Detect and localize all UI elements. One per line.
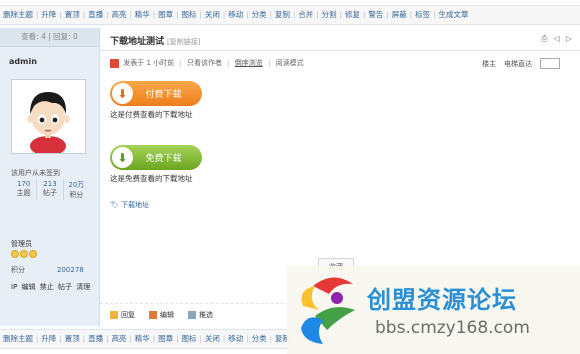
site-watermark: 创盟资源论坛 bbs.cmzy168.com — [287, 266, 580, 354]
medal-icon — [20, 250, 28, 258]
paid-description: 这是付费查看的下载地址 — [110, 110, 193, 119]
toolbar-button[interactable]: 图标 — [179, 6, 200, 24]
toolbar-button[interactable]: 升降 — [38, 6, 59, 24]
read-mode-link[interactable]: 阅读模式 — [276, 59, 304, 67]
only-author-link[interactable]: 只看该作者 — [187, 59, 222, 67]
toolbar-button[interactable]: 警告 — [365, 6, 386, 24]
toolbar-button[interactable]: 删除主题 — [0, 330, 36, 348]
download-address-link[interactable]: 🏷 下载地址 — [110, 200, 149, 210]
toolbar-button[interactable]: 合并 — [295, 6, 316, 24]
admin-link-clean[interactable]: 清理 — [76, 283, 90, 291]
toolbar-button[interactable]: 复制 — [272, 6, 293, 24]
post-meta: 发表于 1 小时前 | 只看该作者 | 倒序浏览 | 阅读模式 — [110, 58, 304, 68]
divider — [100, 50, 580, 51]
toolbar-button[interactable]: 屏蔽 — [389, 6, 410, 24]
reverse-order-link[interactable]: 倒序浏览 — [235, 59, 263, 67]
page-title: 下载地址测试 [复制链接] — [110, 37, 201, 47]
user-icon — [110, 58, 119, 68]
toolbar-button[interactable]: 置顶 — [62, 330, 83, 348]
recommend-icon — [188, 311, 196, 319]
points-label: 积分 — [11, 266, 25, 274]
toolbar-button[interactable]: 直播 — [85, 6, 106, 24]
star-icon — [29, 250, 37, 258]
watermark-logo-icon — [301, 277, 355, 344]
paid-download-button[interactable]: ⬇ 付费下载 — [110, 81, 202, 106]
admin-link-posts[interactable]: 帖子 — [58, 283, 72, 291]
toolbar-button[interactable]: 高亮 — [108, 6, 129, 24]
toolbar-button[interactable]: 图章 — [155, 6, 176, 24]
next-thread-icon[interactable]: ▷ — [566, 34, 572, 44]
toolbar-button[interactable]: 图章 — [155, 330, 176, 348]
toolbar-button[interactable]: 高亮 — [108, 330, 129, 348]
recommend-button[interactable]: 推选 — [188, 310, 213, 320]
reply-button[interactable]: 回复 — [110, 310, 135, 320]
watermark-title: 创盟资源论坛 — [367, 286, 517, 314]
stat-threads[interactable]: 170 主题 — [11, 180, 38, 200]
toolbar-button[interactable]: 分类 — [249, 330, 270, 348]
medals — [11, 250, 37, 258]
author-sidebar: 查看: 4 | 回复: 0 admin 该用户从未签到 170 主题 213 帖… — [0, 28, 100, 326]
thread-stats: 查看: 4 | 回复: 0 — [0, 28, 99, 47]
author-username[interactable]: admin — [9, 57, 99, 66]
avatar-cartoon-icon — [27, 92, 70, 156]
prev-thread-icon[interactable]: ◁ — [554, 34, 560, 44]
tag-icon: 🏷 — [110, 201, 119, 209]
toolbar-button[interactable]: 标签 — [412, 6, 433, 24]
toolbar-button[interactable]: 分割 — [319, 6, 340, 24]
points-value: 200278 — [57, 266, 84, 274]
toolbar-button[interactable]: 置顶 — [62, 6, 83, 24]
post-actions: 回复 编辑 推选 — [110, 310, 213, 320]
pencil-icon — [149, 311, 157, 319]
meta-right: 楼主 电梯直达 — [482, 58, 560, 69]
stat-posts[interactable]: 213 帖子 — [37, 180, 64, 200]
print-icon[interactable]: ⎙ — [541, 34, 547, 44]
toolbar-button[interactable]: 精华 — [132, 330, 153, 348]
toolbar-button[interactable]: 直播 — [85, 330, 106, 348]
toolbar-button[interactable]: 分类 — [249, 6, 270, 24]
header-icons: ⎙ ◁ ▷ — [541, 34, 572, 44]
avatar[interactable] — [11, 79, 86, 156]
toolbar-button[interactable]: 生成文章 — [435, 6, 471, 24]
moderation-toolbar-top: 删除主题 | 升降 | 置顶 | 直播 | 高亮 | 精华 | 图章 | 图标 | 关闭 | 移动 | 分类 | 复制 | 合并… — [0, 5, 580, 25]
sign-in-status: 该用户从未签到 — [11, 169, 60, 177]
goto-floor-input[interactable] — [540, 58, 560, 69]
admin-link-ip[interactable]: IP — [11, 283, 17, 291]
toolbar-button[interactable]: 删除主题 — [0, 6, 36, 24]
copy-link[interactable]: [复制链接] — [167, 38, 200, 46]
download-arrow-icon: ⬇ — [112, 83, 133, 104]
toolbar-button[interactable]: 移动 — [225, 330, 246, 348]
points-row: 积分 200278 — [11, 265, 84, 275]
toolbar-button[interactable]: 关闭 — [202, 6, 223, 24]
floor-owner: 楼主 — [482, 59, 496, 68]
toolbar-button[interactable]: 升降 — [38, 330, 59, 348]
medal-icon — [11, 250, 19, 258]
download-arrow-icon: ⬇ — [112, 147, 133, 168]
watermark-url: bbs.cmzy168.com — [375, 318, 530, 338]
stat-credits[interactable]: 20万 积分 — [64, 180, 89, 200]
reply-icon — [110, 311, 118, 319]
free-download-button[interactable]: ⬇ 免费下载 — [110, 145, 202, 170]
toolbar-button[interactable]: 图标 — [179, 330, 200, 348]
admin-link-ban[interactable]: 禁止 — [40, 283, 54, 291]
edit-button[interactable]: 编辑 — [149, 310, 174, 320]
user-role[interactable]: 管理员 — [11, 239, 32, 249]
post-time: 发表于 1 小时前 — [123, 59, 175, 67]
free-description: 这是免费查看的下载地址 — [110, 174, 193, 183]
toolbar-button[interactable]: 精华 — [132, 6, 153, 24]
user-stats-grid: 170 主题 213 帖子 20万 积分 — [11, 180, 89, 200]
admin-link-edit[interactable]: 编辑 — [22, 283, 36, 291]
toolbar-button[interactable]: 移动 — [225, 6, 246, 24]
goto-floor-label: 电梯直达 — [504, 59, 532, 68]
toolbar-button[interactable]: 修复 — [342, 6, 363, 24]
admin-links: IP 编辑 禁止 帖子 清理 — [11, 282, 92, 292]
toolbar-button[interactable]: 关闭 — [202, 330, 223, 348]
